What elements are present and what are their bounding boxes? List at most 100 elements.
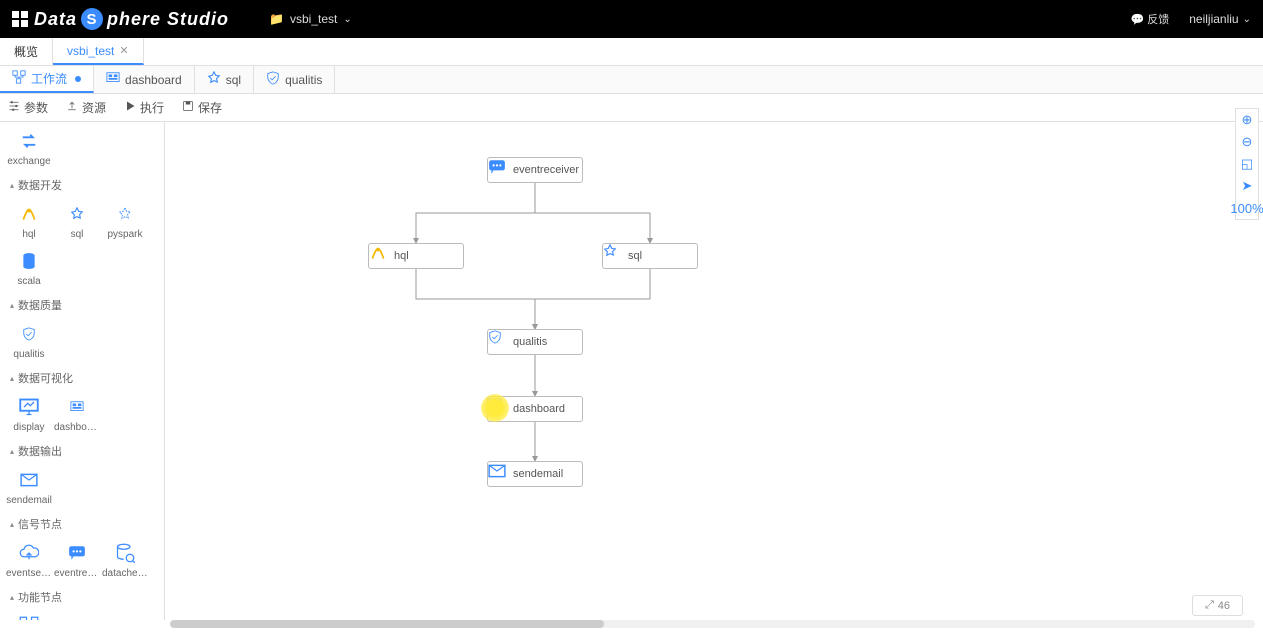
flow-node-dashboard[interactable]: dashboard <box>487 396 583 422</box>
footer-count: 46 <box>1218 600 1230 612</box>
palette-item-label: sendemail <box>6 495 52 506</box>
palette-item-label: hql <box>22 229 35 240</box>
palette-item-label: eventsen... <box>6 568 52 579</box>
palette-item-label: display <box>13 422 44 433</box>
chevron-down-icon: ⌄ <box>1243 14 1251 25</box>
top-bar: Data S phere Studio 📁 vsbi_test ⌄ 💬 反馈 n… <box>0 0 1263 38</box>
palette-item-exchange[interactable]: exchange <box>6 126 52 171</box>
palette-group-title[interactable]: 数据可视化 <box>6 364 158 392</box>
hive-icon <box>18 203 40 225</box>
edge <box>535 269 650 329</box>
palette-item-hql[interactable]: hql <box>6 199 52 244</box>
tab-label: 概览 <box>14 43 38 60</box>
flow-node-sql[interactable]: sql <box>602 243 698 269</box>
zoom-out-button[interactable]: ⊖ <box>1235 131 1259 153</box>
toolbar-资源[interactable]: 资源 <box>66 99 106 116</box>
shield-icon <box>266 71 280 88</box>
palette-item-eventrec...[interactable]: eventrec... <box>54 538 100 583</box>
toolbar: 参数 资源 执行 保存 <box>0 94 1263 122</box>
toolbar-保存[interactable]: 保存 <box>182 99 222 116</box>
dirty-dot-icon <box>75 76 81 82</box>
main-tab-0[interactable]: 概览 <box>0 38 53 65</box>
toolbar-label: 保存 <box>198 99 222 116</box>
toolbar-label: 资源 <box>82 99 106 116</box>
toolbar-label: 执行 <box>140 99 164 116</box>
project-selector[interactable]: 📁 vsbi_test ⌄ <box>269 12 352 26</box>
palette-item-sendemail[interactable]: sendemail <box>6 465 52 510</box>
sub-tab-label: qualitis <box>285 73 322 87</box>
horizontal-scrollbar[interactable] <box>170 620 1255 628</box>
locate-button[interactable]: ➤ <box>1235 175 1259 197</box>
edge <box>416 183 535 243</box>
node-label: hql <box>394 250 409 262</box>
hive-icon <box>375 249 389 263</box>
palette-item-qualitis[interactable]: qualitis <box>6 319 52 364</box>
toolbar-执行[interactable]: 执行 <box>124 99 164 116</box>
palette-item-pyspark[interactable]: pyspark <box>102 199 148 244</box>
db-icon <box>18 250 40 272</box>
fit-button[interactable]: ◱ <box>1235 153 1259 175</box>
work-area: exchange数据开发hqlsqlpysparkscala数据质量qualit… <box>0 122 1263 620</box>
edge <box>416 269 535 329</box>
palette-item-dashboard[interactable]: dashboard <box>54 392 100 437</box>
dash-icon <box>494 402 508 416</box>
palette-group-title[interactable]: 数据输出 <box>6 437 158 465</box>
play-icon <box>124 100 136 115</box>
palette-item-sql[interactable]: sql <box>54 199 100 244</box>
chevron-down-icon: ⌄ <box>343 14 351 25</box>
user-name: neiljianliu <box>1189 12 1238 26</box>
zoom-percent: 100% <box>1235 197 1259 219</box>
palette-item-subflow[interactable]: subflow <box>6 611 52 620</box>
sub-tab-工作流[interactable]: 工作流 <box>0 66 94 93</box>
star-icon <box>207 71 221 88</box>
main-tab-1[interactable]: vsbi_test✕ <box>53 38 144 65</box>
chat-icon: 💬 <box>1131 13 1145 26</box>
sub-tab-qualitis[interactable]: qualitis <box>254 66 335 93</box>
flow-canvas[interactable]: eventreceiver hql sql qualitis dashboard send… <box>165 122 1263 620</box>
sub-tab-label: dashboard <box>125 73 182 87</box>
toolbar-参数[interactable]: 参数 <box>8 99 48 116</box>
palette-item-label: pyspark <box>107 229 142 240</box>
palette-group-title[interactable]: 数据质量 <box>6 291 158 319</box>
palette-item-display[interactable]: display <box>6 392 52 437</box>
palette-group-title[interactable]: 功能节点 <box>6 583 158 611</box>
node-label: qualitis <box>513 336 547 348</box>
exchange-icon <box>18 130 40 152</box>
palette-item-scala[interactable]: scala <box>6 246 52 291</box>
star-icon <box>609 249 623 263</box>
node-palette: exchange数据开发 hql sql pyspark scala数据质量qualit… <box>0 122 165 620</box>
feedback-link[interactable]: 💬 反馈 <box>1131 11 1170 27</box>
zoom-tools: ⊕ ⊖ ◱ ➤ 100% <box>1235 108 1259 220</box>
palette-item-datachec...[interactable]: datachec... <box>102 538 148 583</box>
node-label: eventreceiver <box>513 164 579 176</box>
main-tabs: 概览 vsbi_test✕ <box>0 38 1263 66</box>
app-grid-icon[interactable] <box>12 11 28 27</box>
shield-icon <box>494 335 508 349</box>
logo-text-2: phere Studio <box>107 9 229 30</box>
link-icon <box>66 615 88 620</box>
msg-icon <box>494 163 508 177</box>
flow-node-qualitis[interactable]: qualitis <box>487 329 583 355</box>
edges-layer <box>165 122 1263 620</box>
feedback-label: 反馈 <box>1147 11 1169 27</box>
palette-group-title[interactable]: 信号节点 <box>6 510 158 538</box>
palette-item-connector[interactable]: connector <box>54 611 100 620</box>
close-icon[interactable]: ✕ <box>119 44 128 57</box>
logo-text-1: Data <box>34 9 77 30</box>
flow-node-hql[interactable]: hql <box>368 243 464 269</box>
mail-icon <box>18 469 40 491</box>
sub-tab-label: 工作流 <box>31 70 67 87</box>
palette-item-eventsen...[interactable]: eventsen... <box>6 538 52 583</box>
footer-indicator[interactable]: ⤢ 46 <box>1192 595 1243 616</box>
sub-tabs: 工作流 dashboard sql qualitis <box>0 66 1263 94</box>
user-menu[interactable]: neiljianliu ⌄ <box>1189 12 1251 26</box>
sub-tab-sql[interactable]: sql <box>195 66 254 93</box>
flow-node-sendemail[interactable]: sendemail <box>487 461 583 487</box>
sliders-icon <box>8 100 20 115</box>
flow-node-eventreceiver[interactable]: eventreceiver <box>487 157 583 183</box>
zoom-in-button[interactable]: ⊕ <box>1235 109 1259 131</box>
star-icon <box>66 203 88 225</box>
mail-icon <box>494 467 508 481</box>
palette-group-title[interactable]: 数据开发 <box>6 171 158 199</box>
sub-tab-dashboard[interactable]: dashboard <box>94 66 195 93</box>
